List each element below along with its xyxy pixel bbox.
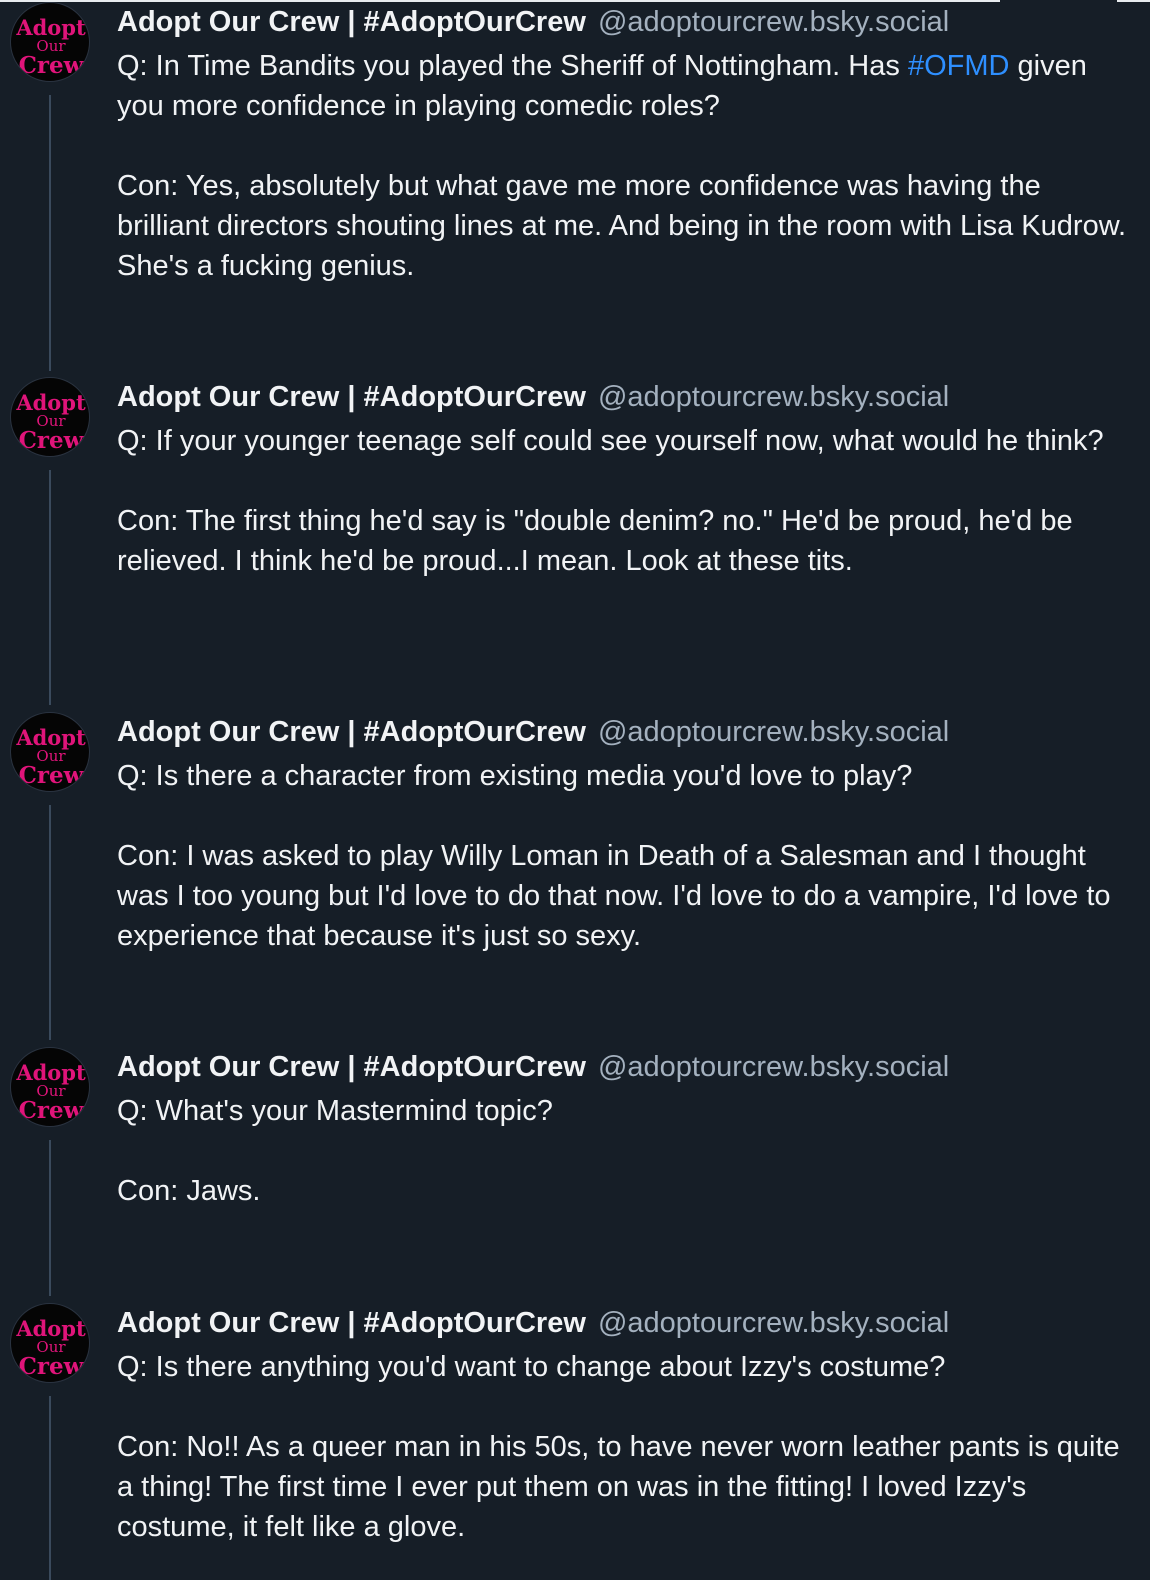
svg-text:Crew: Crew	[19, 52, 85, 79]
thread-line	[49, 1396, 51, 1580]
question-text: Q: Is there a character from existing me…	[117, 760, 913, 792]
post-header: Adopt Our Crew | #AdoptOurCrew @adoptour…	[117, 1047, 949, 1087]
adopt-our-crew-logo-icon: Adopt Our Crew	[15, 1060, 86, 1124]
post-header: Adopt Our Crew | #AdoptOurCrew @adoptour…	[117, 712, 949, 752]
answer-text: Con: The first thing he'd say is "double…	[117, 505, 1073, 577]
thread-line	[49, 95, 51, 371]
post-body: Q: What's your Mastermind topic? Con: Ja…	[117, 1091, 1127, 1211]
hashtag-link[interactable]: #OFMD	[908, 50, 1010, 82]
post-body: Q: Is there anything you'd want to chang…	[117, 1347, 1127, 1547]
svg-text:Crew: Crew	[19, 762, 85, 789]
post-header: Adopt Our Crew | #AdoptOurCrew @adoptour…	[117, 1303, 949, 1343]
author-name[interactable]: Adopt Our Crew | #AdoptOurCrew	[117, 1307, 586, 1339]
answer-text: Con: Yes, absolutely but what gave me mo…	[117, 170, 1127, 282]
svg-text:Crew: Crew	[19, 1097, 85, 1124]
adopt-our-crew-logo-icon: Adopt Our Crew	[15, 725, 86, 789]
thread-line	[49, 1140, 51, 1296]
author-name[interactable]: Adopt Our Crew | #AdoptOurCrew	[117, 6, 586, 38]
question-text: Q: If your younger teenage self could se…	[117, 425, 1104, 457]
answer-text: Con: No!! As a queer man in his 50s, to …	[117, 1431, 1120, 1543]
top-divider-right	[1117, 0, 1150, 2]
thread-line	[49, 805, 51, 1040]
author-handle[interactable]: @adoptourcrew.bsky.social	[598, 6, 949, 38]
author-handle[interactable]: @adoptourcrew.bsky.social	[598, 1051, 949, 1083]
avatar[interactable]: Adopt Our Crew	[10, 712, 90, 792]
question-text: Q: Is there anything you'd want to chang…	[117, 1351, 946, 1383]
avatar[interactable]: Adopt Our Crew	[10, 1047, 90, 1127]
author-handle[interactable]: @adoptourcrew.bsky.social	[598, 1307, 949, 1339]
adopt-our-crew-logo-icon: Adopt Our Crew	[15, 390, 86, 454]
post-header: Adopt Our Crew | #AdoptOurCrew @adoptour…	[117, 2, 949, 42]
avatar[interactable]: Adopt Our Crew	[10, 377, 90, 457]
svg-text:Crew: Crew	[19, 427, 85, 454]
post-body: Q: If your younger teenage self could se…	[117, 421, 1127, 581]
author-handle[interactable]: @adoptourcrew.bsky.social	[598, 381, 949, 413]
adopt-our-crew-logo-icon: Adopt Our Crew	[15, 1316, 86, 1380]
author-name[interactable]: Adopt Our Crew | #AdoptOurCrew	[117, 1051, 586, 1083]
avatar[interactable]: Adopt Our Crew	[10, 2, 90, 82]
question-text: Q: What's your Mastermind topic?	[117, 1095, 553, 1127]
post-body: Q: Is there a character from existing me…	[117, 756, 1127, 956]
post-header: Adopt Our Crew | #AdoptOurCrew @adoptour…	[117, 377, 949, 417]
answer-text: Con: Jaws.	[117, 1175, 261, 1207]
thread-line	[49, 470, 51, 705]
author-name[interactable]: Adopt Our Crew | #AdoptOurCrew	[117, 716, 586, 748]
question-text: Q: In Time Bandits you played the Sherif…	[117, 50, 1087, 122]
adopt-our-crew-logo-icon: Adopt Our Crew	[15, 15, 86, 79]
svg-text:Crew: Crew	[19, 1353, 85, 1380]
avatar[interactable]: Adopt Our Crew	[10, 1303, 90, 1383]
post-body: Q: In Time Bandits you played the Sherif…	[117, 46, 1127, 286]
author-name[interactable]: Adopt Our Crew | #AdoptOurCrew	[117, 381, 586, 413]
author-handle[interactable]: @adoptourcrew.bsky.social	[598, 716, 949, 748]
answer-text: Con: I was asked to play Willy Loman in …	[117, 840, 1111, 952]
